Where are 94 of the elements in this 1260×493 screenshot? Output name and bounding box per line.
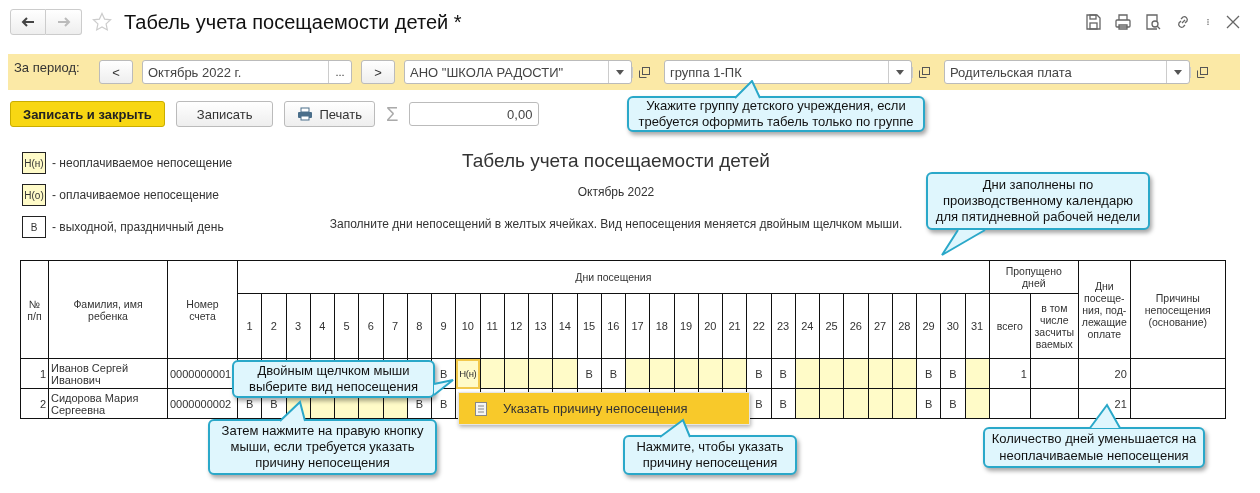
day-header: 28	[892, 293, 917, 359]
day-header: 14	[552, 293, 577, 359]
column-header: Дни посещения	[237, 260, 990, 294]
table-cell: 1	[989, 358, 1031, 389]
day-header: 19	[674, 293, 699, 359]
table-cell	[989, 388, 1031, 419]
day-header: 29	[916, 293, 941, 359]
legend-swatch: В	[22, 216, 46, 238]
next-period-button[interactable]: >	[361, 60, 395, 84]
day-header: 10	[455, 293, 480, 359]
period-field[interactable]: Октябрь 2022 г. ...	[142, 60, 352, 84]
column-header: Причины непосещения (основание)	[1130, 260, 1226, 359]
day-header: 22	[746, 293, 771, 359]
open-icon[interactable]	[638, 66, 650, 78]
back-button[interactable]	[10, 9, 46, 35]
save-button[interactable]: Записать	[175, 101, 274, 127]
pointer-tooltip	[278, 400, 308, 422]
print-button[interactable]: Печать	[284, 101, 375, 127]
day-header: 15	[577, 293, 602, 359]
day-header: 7	[383, 293, 408, 359]
day-header: 11	[480, 293, 505, 359]
hint-tooltip: Двойным щелчком мыши выберите вид непосещения	[232, 360, 435, 398]
table-cell: Сидорова Мария Сергеевна	[48, 388, 168, 419]
column-header: Пропущено дней	[989, 260, 1079, 294]
pointer-tooltip	[732, 80, 764, 99]
day-header: 5	[334, 293, 359, 359]
dropdown-icon[interactable]	[1174, 69, 1182, 75]
column-header: Номер счета	[167, 260, 238, 359]
previous-period-button[interactable]: <	[99, 60, 133, 84]
print-icon[interactable]	[1114, 13, 1132, 31]
column-header: всего	[989, 293, 1031, 359]
forward-arrow-icon	[56, 17, 71, 27]
day-header: 20	[698, 293, 723, 359]
legend-text: - выходной, праздничный день	[52, 220, 224, 234]
legend-swatch: Н(о)	[22, 184, 46, 206]
day-header: 3	[286, 293, 311, 359]
open-icon[interactable]	[918, 66, 930, 78]
report-period: Октябрь 2022	[577, 185, 655, 199]
group-field[interactable]: группа 1-ПК	[664, 60, 912, 84]
column-header: Фамилия, имя ребенка	[48, 260, 168, 359]
period-label: За период:	[14, 60, 81, 75]
day-header: 16	[601, 293, 626, 359]
legend-text: - оплачиваемое непосещение	[52, 188, 219, 202]
day-header: 2	[261, 293, 286, 359]
hint-tooltip: Затем нажмите на правую кнопку мыши, если требуется указать причину непосещения	[208, 419, 437, 475]
dropdown-icon[interactable]	[896, 69, 904, 75]
dropdown-icon[interactable]	[616, 69, 624, 75]
day-header: 27	[868, 293, 893, 359]
day-header: 8	[407, 293, 432, 359]
column-header: Дни посеще- ния, под- лежащие оплате	[1078, 260, 1131, 359]
day-header: 13	[528, 293, 553, 359]
table-cell: Иванов Сергей Иванович	[48, 358, 168, 389]
day-header: 6	[358, 293, 383, 359]
day-header: 25	[819, 293, 844, 359]
report-title: Табель учета посещаемости детей	[462, 150, 770, 172]
payment-type-field[interactable]: Родительская плата	[944, 60, 1190, 84]
context-menu[interactable]: Указать причину непосещения	[458, 392, 750, 425]
day-header: 18	[649, 293, 674, 359]
legend-swatch: Н(н)	[22, 152, 46, 174]
day-header: 31	[965, 293, 990, 359]
day-header: 24	[795, 293, 820, 359]
instruction-text: Заполните дни непосещений в желтых ячейках. Вид непосещения меняется двойным щелчком мыши.	[329, 217, 903, 231]
legend-text: - неоплачиваемое непосещение	[52, 156, 233, 170]
day-header: 4	[310, 293, 335, 359]
day-header: 21	[722, 293, 747, 359]
day-header: 26	[843, 293, 868, 359]
close-icon[interactable]	[1224, 13, 1242, 31]
day-header: 30	[940, 293, 965, 359]
preview-icon[interactable]	[1144, 13, 1162, 31]
day-header: 23	[771, 293, 796, 359]
table-cell: 20	[1078, 358, 1131, 389]
day-header: 9	[431, 293, 456, 359]
select-period-button[interactable]: ...	[328, 61, 351, 83]
save-and-close-button[interactable]: Записать и закрыть	[10, 101, 165, 127]
day-header: 17	[625, 293, 650, 359]
day-header: 12	[504, 293, 529, 359]
open-icon[interactable]	[1196, 66, 1208, 78]
back-arrow-icon	[21, 17, 35, 27]
day-header: 1	[237, 293, 262, 359]
pointer-tooltip	[658, 418, 692, 438]
table-cell: 2	[20, 388, 49, 419]
sum-label: Σ	[386, 102, 399, 126]
pointer-tooltip	[938, 227, 988, 257]
save-icon[interactable]	[1084, 13, 1102, 31]
table-cell	[1030, 358, 1079, 389]
table-cell	[1030, 388, 1079, 419]
organization-field[interactable]: АНО "ШКОЛА РАДОСТИ"	[404, 60, 632, 84]
document-icon	[475, 401, 487, 416]
table-cell: 1	[20, 358, 49, 389]
window-title: Табель учета посещаемости детей *	[124, 10, 462, 34]
printer-icon	[297, 107, 314, 121]
star-icon[interactable]	[92, 12, 112, 32]
column-header: № п/п	[20, 260, 49, 359]
total-field[interactable]: 0,00	[409, 102, 540, 126]
